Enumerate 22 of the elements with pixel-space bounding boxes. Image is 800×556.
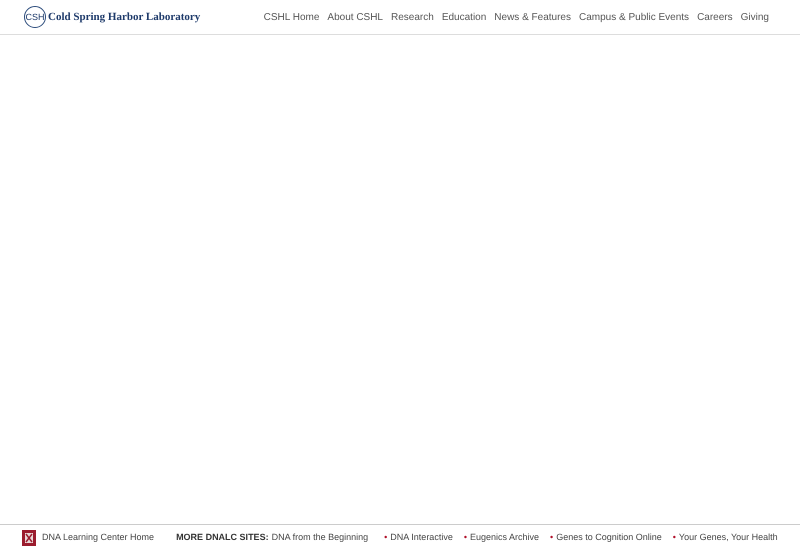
more-sites-label: MORE DNALC SITES: (176, 531, 269, 544)
bullet: • (550, 531, 554, 544)
logo-text[interactable]: Cold Spring Harbor Laboratory (48, 11, 200, 23)
site-link[interactable]: Eugenics Archive (470, 530, 540, 544)
site-link[interactable]: DNA from the Beginning (272, 530, 368, 544)
nav-link[interactable]: News & Features (494, 12, 571, 22)
nav-link[interactable]: Giving (740, 12, 769, 22)
site-link[interactable]: Genes to Cognition Online (556, 530, 662, 544)
bullet: • (464, 531, 467, 544)
bullet: • (672, 531, 676, 544)
nav-link[interactable]: Research (391, 12, 434, 22)
site-link[interactable]: Your Genes, Your Health (678, 530, 778, 544)
bullet: • (384, 531, 388, 544)
nav-link[interactable]: Education (442, 12, 486, 22)
nav-link[interactable]: About CSHL (327, 12, 383, 22)
nav-link[interactable]: Careers (697, 12, 733, 22)
logo-emblem[interactable]: CSH (24, 6, 46, 28)
nav-link[interactable]: CSHL Home (264, 12, 320, 22)
nav-link[interactable]: Campus & Public Events (579, 12, 690, 22)
dna-center-logo-icon (22, 530, 36, 546)
dna-center-home-link[interactable]: DNA Learning Center Home (42, 530, 154, 544)
site-link[interactable]: DNA Interactive (390, 530, 453, 544)
